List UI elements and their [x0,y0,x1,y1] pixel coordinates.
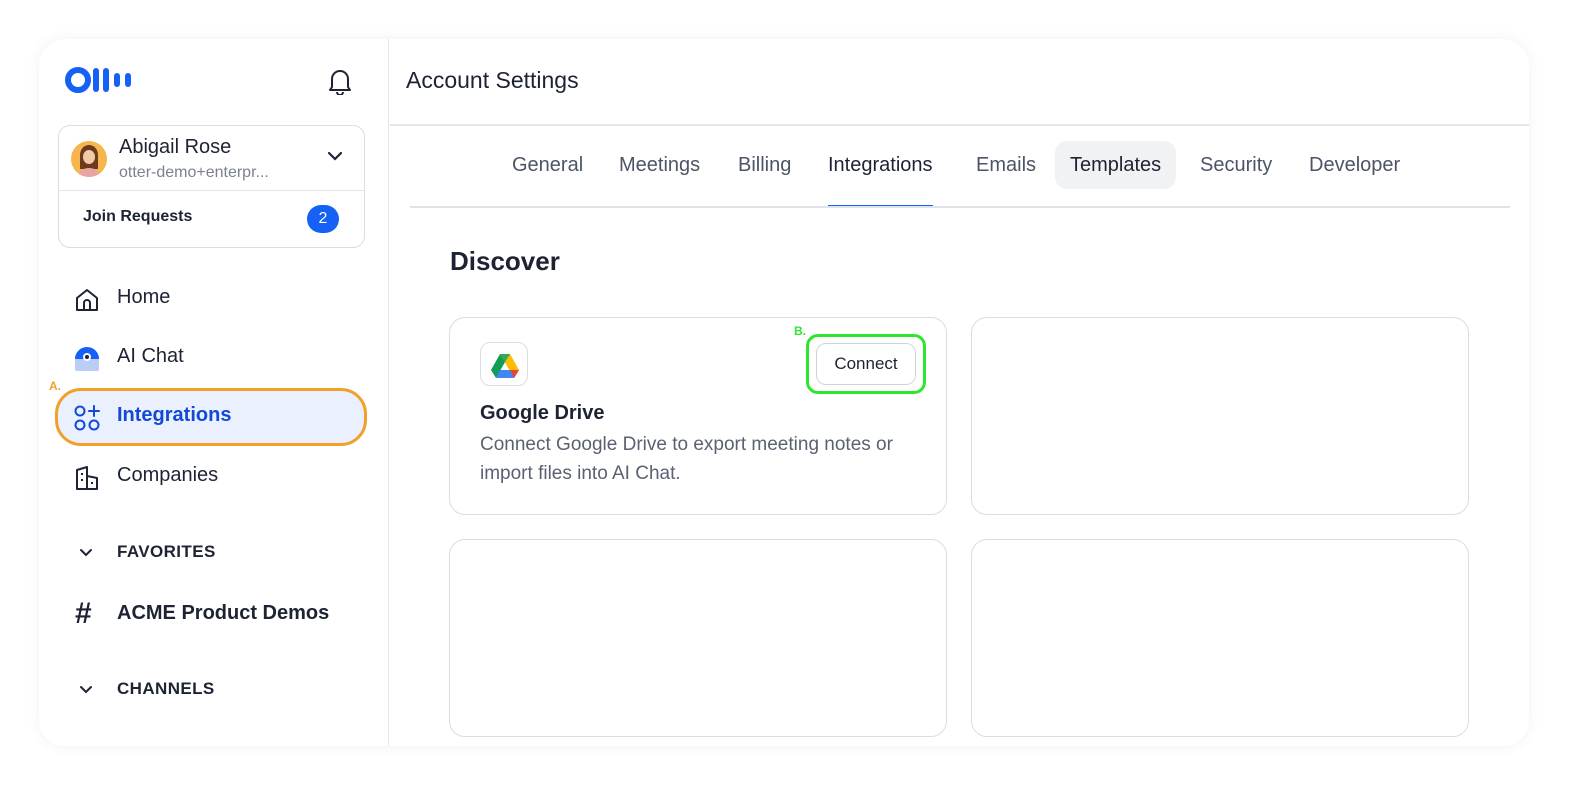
hash-icon: # [75,597,92,630]
ai-chat-icon [75,347,99,371]
google-drive-icon [480,342,528,386]
tab-emails[interactable]: Emails [976,141,1036,189]
sidebar-item-integrations[interactable]: Integrations [55,388,367,446]
sidebar-item-label: AI Chat [117,345,184,367]
connect-button[interactable]: Connect [816,343,916,385]
sidebar: Abigail Rose otter-demo+enterpr... Join … [39,39,389,746]
companies-icon [76,466,98,490]
tab-integrations[interactable]: Integrations [828,141,933,208]
chevron-down-icon [327,151,343,161]
integration-card-google-drive: Google Drive Connect Google Drive to exp… [449,317,947,515]
home-icon [76,289,98,311]
divider [390,124,1529,126]
tab-developer[interactable]: Developer [1309,141,1400,189]
integrations-icon [74,405,100,431]
tab-general[interactable]: General [512,141,583,189]
card-title: Google Drive [480,402,605,424]
sidebar-item-label: Integrations [117,404,232,426]
page-title: Account Settings [406,67,579,93]
tab-billing[interactable]: Billing [738,141,791,189]
sidebar-item-home[interactable]: Home [57,272,367,326]
annotation-a: A. [49,379,61,393]
bell-icon[interactable] [327,67,353,95]
favorites-label: FAVORITES [117,542,216,561]
integration-card [449,539,947,737]
connect-highlight: Connect [806,334,926,394]
channel-item[interactable]: # ACME Product Demos [75,597,365,631]
integration-card [971,539,1469,737]
channel-label: ACME Product Demos [117,602,330,624]
tab-templates[interactable]: Templates [1055,141,1177,189]
tab-security[interactable]: Security [1200,141,1272,189]
integration-card [971,317,1469,515]
channels-label: CHANNELS [117,679,215,698]
tab-meetings[interactable]: Meetings [619,141,700,189]
app-window: Abigail Rose otter-demo+enterpr... Join … [39,39,1529,746]
chevron-down-icon [80,686,92,694]
account-email: otter-demo+enterpr... [119,164,269,181]
chevron-down-icon [80,549,92,557]
sidebar-item-label: Companies [117,464,219,486]
avatar [71,141,107,177]
account-name: Abigail Rose [119,136,232,158]
account-switcher[interactable]: Abigail Rose otter-demo+enterpr... [59,126,364,190]
account-card: Abigail Rose otter-demo+enterpr... Join … [58,125,365,248]
sidebar-item-companies[interactable]: Companies [57,450,367,504]
settings-tabs: General Meetings Billing Integrations Em… [410,141,1510,209]
sidebar-item-ai-chat[interactable]: AI Chat [57,331,367,385]
main-content: Account Settings General Meetings Billin… [390,39,1529,746]
section-title: Discover [450,246,560,276]
join-requests-label: Join Requests [83,208,193,225]
otter-logo[interactable] [65,66,137,94]
annotation-b: B. [794,324,806,338]
divider [410,206,1510,208]
sidebar-item-label: Home [117,286,171,308]
card-description: Connect Google Drive to export meeting n… [480,434,893,484]
join-requests-badge: 2 [307,205,339,233]
join-requests-button[interactable]: Join Requests 2 [59,191,364,247]
